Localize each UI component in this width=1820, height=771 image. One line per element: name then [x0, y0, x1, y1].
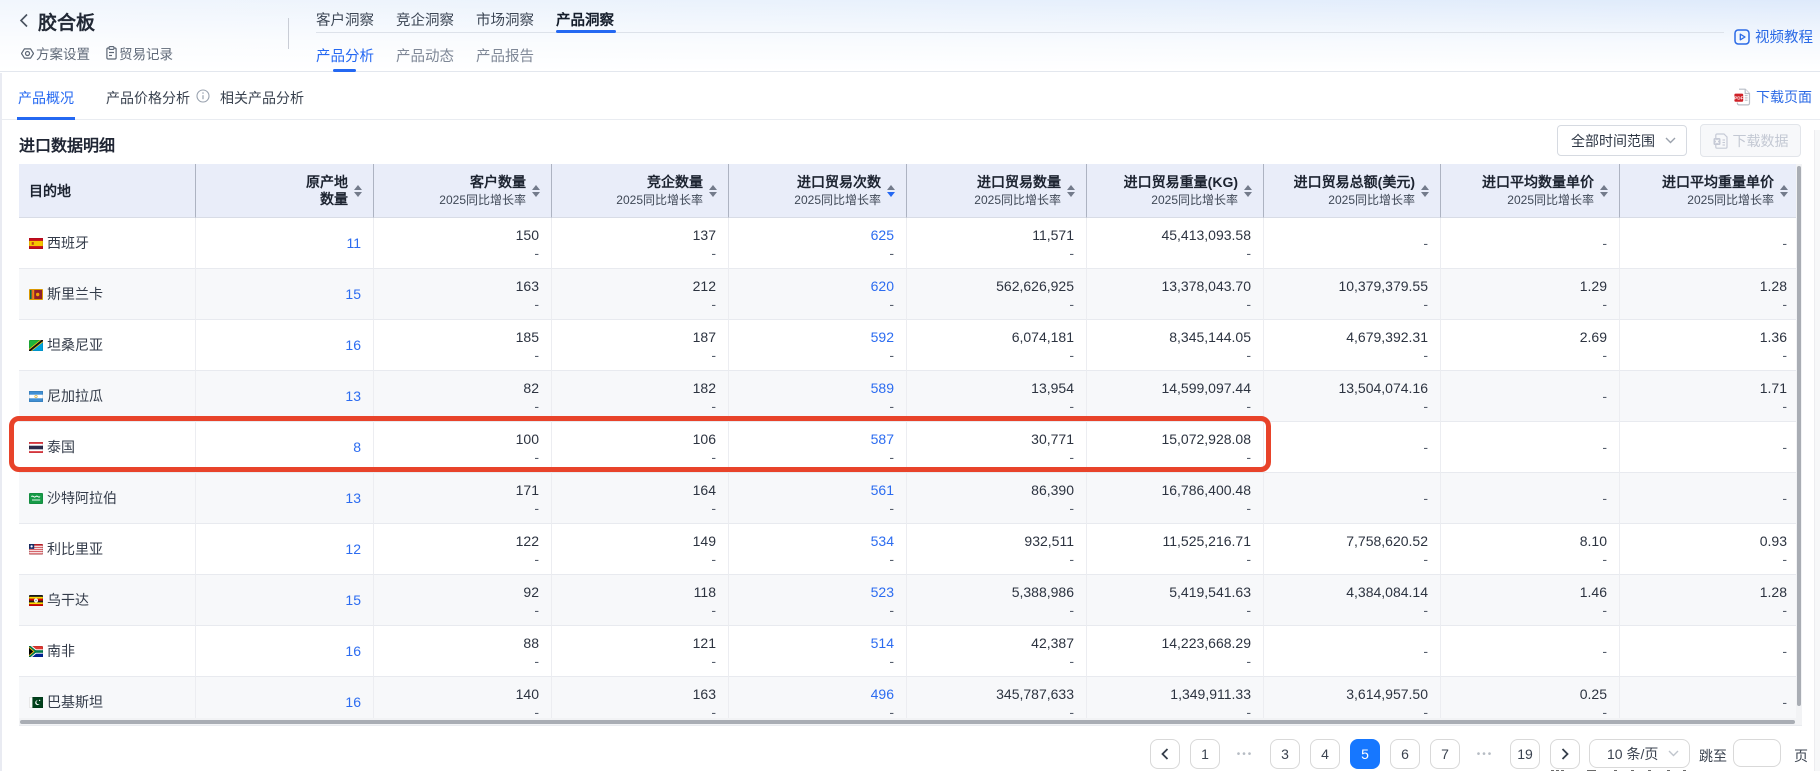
svg-text:PDF: PDF: [1734, 96, 1743, 101]
